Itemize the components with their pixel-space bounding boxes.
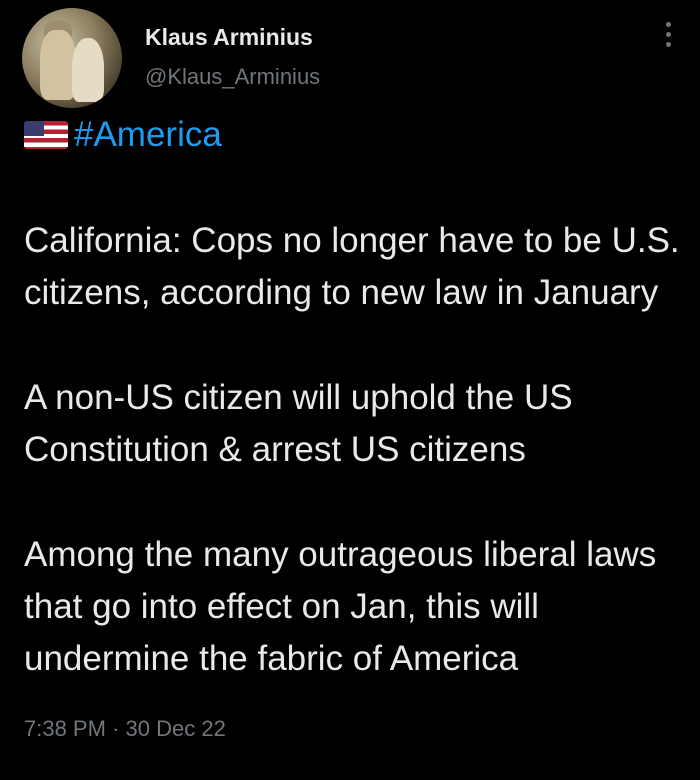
tweet-paragraph: California: Cops no longer have to be U.…: [24, 221, 680, 312]
author-name[interactable]: Klaus Arminius: [145, 24, 313, 51]
tweet-paragraph: Among the many outrageous liberal laws t…: [24, 535, 657, 678]
tweet-date: 30 Dec 22: [125, 716, 226, 741]
avatar-figure-right: [72, 38, 104, 102]
tweet-text: California: Cops no longer have to be U.…: [24, 215, 684, 738]
us-flag-icon: [24, 121, 68, 149]
tweet-timestamp[interactable]: 7:38 PM · 30 Dec 22: [24, 716, 226, 742]
meta-separator: ·: [112, 716, 120, 741]
tweet-paragraph: A non-US citizen will uphold the US Cons…: [24, 378, 573, 469]
author-handle[interactable]: @Klaus_Arminius: [145, 64, 320, 90]
more-options-icon[interactable]: [666, 22, 672, 52]
avatar[interactable]: [22, 8, 122, 108]
avatar-figure-left: [40, 30, 76, 100]
hashtag-link[interactable]: #America: [74, 115, 222, 155]
hashtag-line: #America: [24, 112, 222, 158]
tweet-time: 7:38 PM: [24, 716, 106, 741]
